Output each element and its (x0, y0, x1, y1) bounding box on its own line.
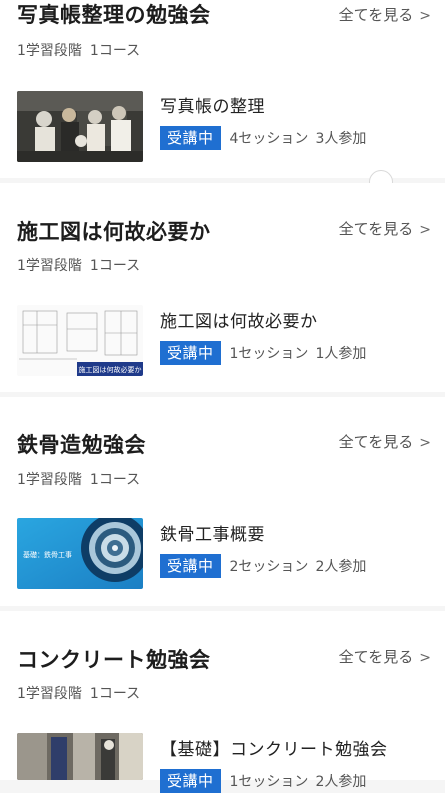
session-count: 1セッション (229, 774, 309, 790)
stage-count: 1学習段階 (17, 472, 82, 488)
section-title: 施工図は何故必要か (17, 220, 211, 244)
session-count: 2セッション (229, 559, 309, 575)
course-info: 受講中 1セッション 1人参加 (160, 341, 366, 365)
enrolled-badge: 受講中 (160, 769, 221, 793)
stage-count: 1学習段階 (17, 43, 82, 59)
participant-count: 2人参加 (315, 774, 367, 790)
see-all-link[interactable]: 全てを見る > (339, 4, 431, 25)
enrolled-badge: 受講中 (160, 341, 221, 365)
study-group-concrete: コンクリート勉強会 全てを見る > 1学習段階 1コース 【基礎】コンクリート勉強会… (0, 611, 445, 793)
see-all-link[interactable]: 全てを見る > (339, 431, 431, 452)
section-meta: 1学習段階 1コース (17, 40, 140, 60)
thumb-caption: 基礎：鉄骨工事 (23, 550, 72, 559)
section-meta: 1学習段階 1コース (17, 683, 140, 703)
study-group-construction-drawings: 施工図は何故必要か 全てを見る > 1学習段階 1コース 施工図は何故必要か 施工図… (0, 183, 445, 392)
participant-count: 1人参加 (315, 346, 367, 362)
course-count: 1コース (89, 43, 141, 59)
course-count: 1コース (89, 472, 141, 488)
course-thumbnail[interactable]: 基礎：鉄骨工事 (17, 518, 143, 589)
course-info: 受講中 2セッション 2人参加 (160, 554, 366, 578)
see-all-label: 全てを見る (338, 220, 414, 238)
participant-count: 3人参加 (315, 131, 367, 147)
see-all-label: 全てを見る (338, 6, 414, 24)
course-thumbnail[interactable]: 施工図は何故必要か (17, 305, 143, 376)
section-meta: 1学習段階 1コース (17, 255, 140, 275)
stage-count: 1学習段階 (17, 686, 82, 702)
blueprint-image: 施工図は何故必要か (17, 305, 143, 376)
section-meta: 1学習段階 1コース (17, 469, 140, 489)
course-info: 受講中 1セッション 2人参加 (160, 769, 366, 793)
chevron-right-icon: > (419, 222, 431, 238)
enrolled-badge: 受講中 (160, 126, 221, 150)
photo-meeting-image (17, 91, 143, 162)
course-thumbnail[interactable] (17, 91, 143, 162)
course-count: 1コース (89, 258, 141, 274)
see-all-link[interactable]: 全てを見る > (339, 218, 431, 239)
course-title[interactable]: 鉄骨工事概要 (160, 520, 265, 545)
course-thumbnail[interactable] (17, 733, 143, 780)
study-group-steel-structure: 鉄骨造勉強会 全てを見る > 1学習段階 1コース 基礎：鉄骨工事 鉄骨工事概要 (0, 397, 445, 606)
see-all-link[interactable]: 全てを見る > (339, 646, 431, 667)
steel-structure-image: 基礎：鉄骨工事 (17, 518, 143, 589)
concrete-work-image (17, 733, 143, 780)
chevron-right-icon: > (419, 435, 431, 451)
chevron-right-icon: > (419, 650, 431, 666)
course-title[interactable]: 施工図は何故必要か (160, 307, 318, 332)
section-title: コンクリート勉強会 (17, 648, 211, 672)
stage-count: 1学習段階 (17, 258, 82, 274)
see-all-label: 全てを見る (338, 433, 414, 451)
participant-count: 2人参加 (315, 559, 367, 575)
session-count: 4セッション (229, 131, 309, 147)
see-all-label: 全てを見る (338, 648, 414, 666)
course-title[interactable]: 写真帳の整理 (160, 92, 265, 117)
enrolled-badge: 受講中 (160, 554, 221, 578)
session-count: 1セッション (229, 346, 309, 362)
course-title[interactable]: 【基礎】コンクリート勉強会 (160, 735, 388, 760)
study-group-photo-album: 写真帳整理の勉強会 全てを見る > 1学習段階 1コース 写真帳の整理 受講中 4セッ… (0, 0, 445, 178)
section-title: 写真帳整理の勉強会 (17, 3, 211, 27)
chevron-right-icon: > (419, 8, 431, 24)
section-title: 鉄骨造勉強会 (17, 433, 146, 457)
course-count: 1コース (89, 686, 141, 702)
course-info: 受講中 4セッション 3人参加 (160, 126, 366, 150)
thumb-caption: 施工図は何故必要か (79, 365, 142, 374)
